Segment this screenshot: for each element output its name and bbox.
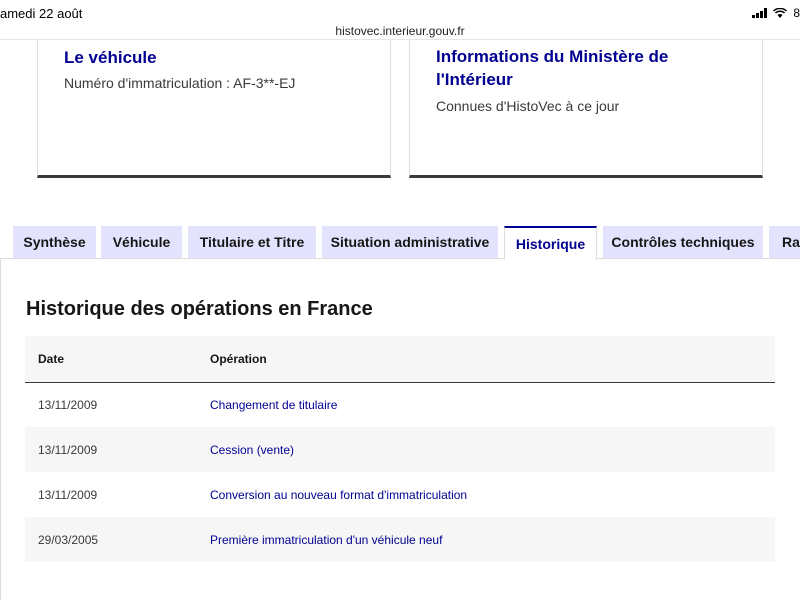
row-operation: Cession (vente) bbox=[196, 427, 775, 472]
row-operation: Première immatriculation d'un véhicule n… bbox=[196, 517, 775, 562]
ministry-card: Informations du Ministère de l'Intérieur… bbox=[409, 40, 763, 178]
tab-synthese[interactable]: Synthèse bbox=[13, 226, 96, 258]
registration-number: Numéro d'immatriculation : AF-3**-EJ bbox=[64, 75, 296, 91]
history-table: Date Opération 13/11/2009 Changement de … bbox=[25, 336, 775, 562]
row-date: 13/11/2009 bbox=[38, 487, 98, 502]
column-header-date: Date bbox=[25, 336, 196, 383]
column-header-operation: Opération bbox=[196, 336, 775, 383]
wifi-icon bbox=[773, 8, 788, 18]
status-indicators: 8 bbox=[752, 6, 800, 20]
ministry-card-title: Informations du Ministère de l'Intérieur bbox=[436, 47, 669, 89]
tab-rapport[interactable]: Rap bbox=[769, 226, 800, 258]
table-header-row: Date Opération bbox=[25, 336, 775, 383]
signal-icon bbox=[752, 8, 768, 18]
vehicle-card: Le véhicule Numéro d'immatriculation : A… bbox=[37, 40, 391, 178]
status-bar: amedi 22 août 8 histovec.interieur.gouv.… bbox=[0, 0, 800, 40]
operation-link[interactable]: Première immatriculation d'un véhicule n… bbox=[210, 533, 442, 547]
table-row: 29/03/2005 Première immatriculation d'un… bbox=[25, 517, 775, 562]
battery-level: 8 bbox=[793, 6, 800, 20]
tab-situation-administrative[interactable]: Situation administrative bbox=[322, 226, 498, 258]
row-date: 29/03/2005 bbox=[25, 517, 196, 562]
row-date: 13/11/2009 bbox=[25, 427, 196, 472]
status-time: amedi 22 août bbox=[0, 6, 83, 21]
row-operation: Changement de titulaire bbox=[196, 382, 775, 427]
tab-bar: Synthèse Véhicule Titulaire et Titre Sit… bbox=[0, 226, 800, 260]
ministry-card-description: Connues d'HistoVec à ce jour bbox=[436, 98, 620, 114]
tab-titulaire-titre[interactable]: Titulaire et Titre bbox=[188, 226, 316, 258]
table-row: 13/11/2009 Conversion au nouveau format … bbox=[25, 472, 775, 517]
history-title: Historique des opérations en France bbox=[26, 298, 373, 320]
row-date: 13/11/2009 bbox=[38, 397, 98, 412]
tab-vehicule[interactable]: Véhicule bbox=[101, 226, 182, 258]
tab-controles-techniques[interactable]: Contrôles techniques bbox=[603, 226, 763, 258]
vehicle-card-title: Le véhicule bbox=[64, 48, 157, 67]
operation-link[interactable]: Conversion au nouveau format d'immatricu… bbox=[210, 488, 467, 502]
url-bar[interactable]: histovec.interieur.gouv.fr bbox=[0, 24, 800, 38]
table-row: 13/11/2009 Changement de titulaire bbox=[25, 382, 775, 427]
table-row: 13/11/2009 Cession (vente) bbox=[25, 427, 775, 472]
operation-link[interactable]: Changement de titulaire bbox=[210, 398, 337, 412]
tab-historique[interactable]: Historique bbox=[504, 226, 597, 260]
operation-link[interactable]: Cession (vente) bbox=[210, 443, 294, 457]
row-operation: Conversion au nouveau format d'immatricu… bbox=[196, 472, 775, 517]
